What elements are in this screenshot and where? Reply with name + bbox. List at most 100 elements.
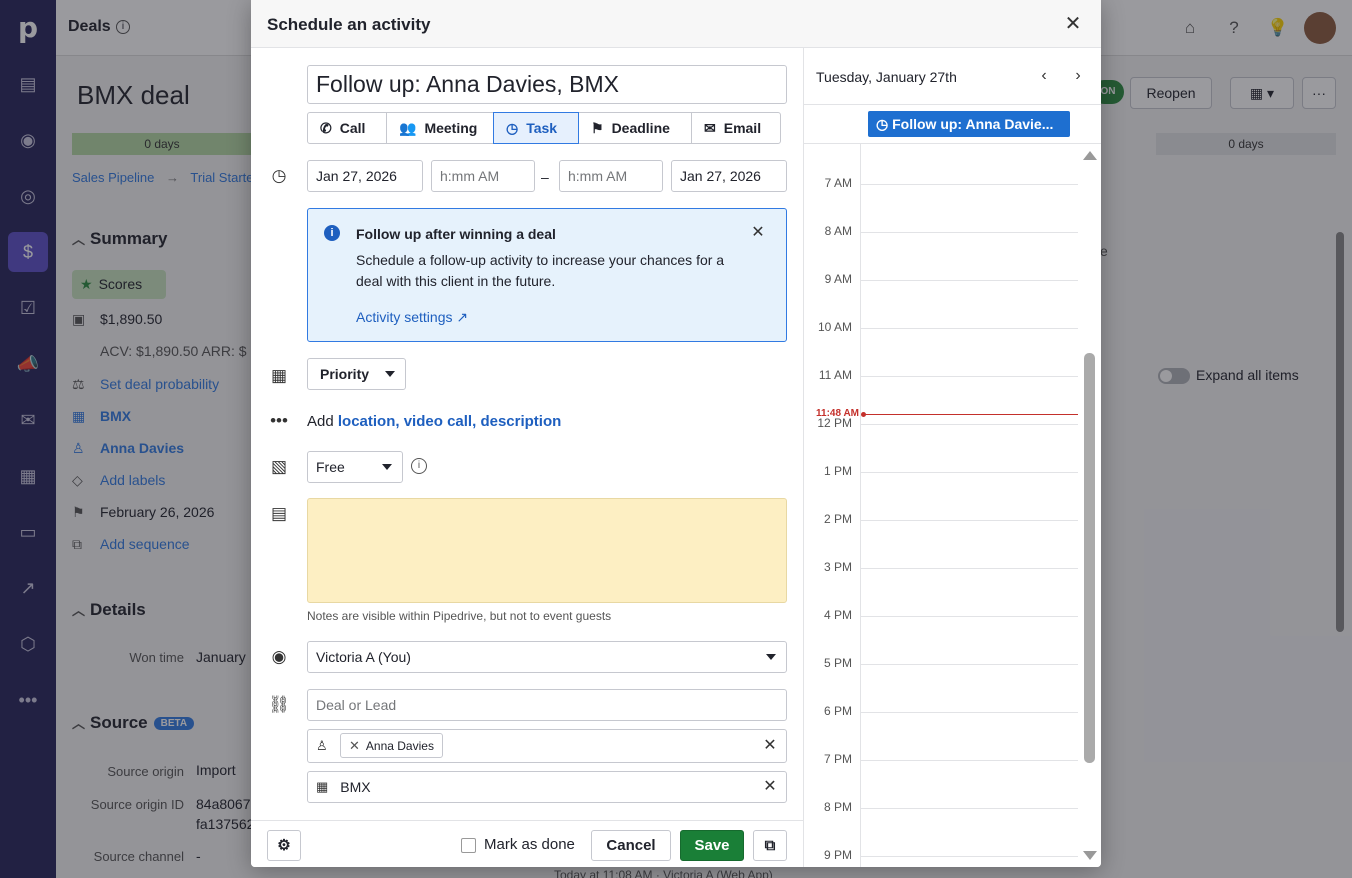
type-email-button[interactable]: ✉ Email (691, 112, 781, 144)
modal-footer: ⚙ Mark as done Cancel Save ⧉ (251, 820, 803, 867)
hour-label: 11 AM (818, 368, 852, 382)
scroll-up-arrow[interactable] (1083, 151, 1097, 160)
clock-icon: ◷ (876, 116, 893, 132)
save-button[interactable]: Save (680, 830, 744, 861)
deal-lead-input[interactable]: Deal or Lead (307, 689, 787, 721)
people-icon: 👥 (399, 119, 417, 136)
hour-label: 9 PM (823, 848, 852, 862)
add-description-link[interactable]: description (480, 413, 561, 430)
calendar-event[interactable]: ◷ Follow up: Anna Davie... (868, 111, 1070, 137)
participant-chip[interactable]: ✕ Anna Davies (340, 733, 443, 758)
chevron-left-icon[interactable]: ‹ (1034, 66, 1054, 86)
add-location-link[interactable]: location, (338, 413, 400, 430)
clock-icon: ◷ (506, 119, 519, 136)
calendar-priority-icon: ▦ (270, 366, 288, 385)
scroll-down-arrow[interactable] (1083, 851, 1097, 860)
hour-line (861, 568, 1078, 569)
settings-button[interactable]: ⚙ (267, 830, 301, 861)
type-meeting-button[interactable]: 👥 Meeting (386, 112, 494, 144)
follow-up-banner: i Follow up after winning a deal Schedul… (307, 208, 787, 342)
phone-icon: ✆ (320, 119, 332, 136)
user-circle-icon: ◉ (271, 647, 287, 666)
hour-label: 5 PM (823, 656, 852, 670)
banner-title: Follow up after winning a deal (356, 226, 556, 242)
current-time-dot (861, 412, 866, 417)
start-time-input[interactable]: h:mm AM (431, 160, 535, 192)
mark-done-label[interactable]: Mark as done (484, 836, 575, 853)
duplicate-button[interactable]: ⧉ (753, 830, 787, 861)
cancel-button[interactable]: Cancel (591, 830, 671, 861)
hour-label: 10 AM (817, 320, 852, 334)
start-date-input[interactable]: Jan 27, 2026 (307, 160, 423, 192)
clock-icon: ◷ (271, 166, 287, 185)
hour-label: 1 PM (823, 464, 852, 478)
assignee-dropdown[interactable]: Victoria A (You) (307, 641, 787, 673)
hour-line (861, 184, 1078, 185)
close-icon[interactable]: ✕ (748, 223, 768, 243)
hour-label: 3 PM (823, 560, 852, 574)
chevron-right-icon[interactable]: › (1068, 66, 1088, 86)
gear-icon: ⚙ (277, 837, 291, 854)
ellipsis-icon: ••• (270, 411, 288, 430)
hour-line (861, 280, 1078, 281)
hour-line (861, 664, 1078, 665)
link-icon: ⛓ (268, 695, 290, 714)
person-icon: ♙ (316, 738, 328, 753)
day-calendar: Tuesday, January 27th ‹ › ◷ Follow up: A… (803, 48, 1101, 867)
time-range-dash: – (541, 169, 549, 185)
hour-line (861, 808, 1078, 809)
hour-line (861, 328, 1078, 329)
banner-body: Schedule a follow-up activity to increas… (356, 252, 725, 289)
end-time-input[interactable]: h:mm AM (559, 160, 663, 192)
activity-type-selector: ✆ Call 👥 Meeting ◷ Task ⚑ Deadline ✉ Email (307, 112, 781, 144)
close-icon[interactable]: ✕ (1061, 12, 1085, 36)
caret-down-icon (766, 654, 776, 660)
hour-label: 9 AM (824, 272, 852, 286)
modal-header: Schedule an activity ✕ (251, 0, 1101, 48)
type-call-button[interactable]: ✆ Call (307, 112, 387, 144)
envelope-icon: ✉ (704, 119, 716, 136)
type-task-button[interactable]: ◷ Task (493, 112, 579, 144)
availability-dropdown[interactable]: Free (307, 451, 403, 483)
building-icon: ▦ (316, 779, 329, 794)
info-icon[interactable]: i (411, 458, 427, 474)
hour-label: 6 PM (823, 704, 852, 718)
calendar-scrollbar[interactable] (1084, 353, 1095, 763)
caret-down-icon (382, 464, 392, 470)
mark-done-checkbox[interactable] (461, 838, 476, 853)
hour-line (861, 712, 1078, 713)
hour-label: 7 PM (823, 752, 852, 766)
flag-icon: ⚑ (591, 119, 604, 136)
hour-label: 8 AM (824, 224, 852, 238)
hour-label: 2 PM (823, 512, 852, 526)
priority-dropdown[interactable]: Priority (307, 358, 406, 390)
add-details-row: Add location, video call, description (307, 413, 562, 430)
hour-line (861, 856, 1078, 857)
clear-participants-icon[interactable]: ✕ (762, 738, 778, 754)
info-icon: i (324, 225, 340, 241)
clear-organization-icon[interactable]: ✕ (762, 779, 778, 795)
note-textarea[interactable] (307, 498, 787, 603)
type-deadline-button[interactable]: ⚑ Deadline (578, 112, 692, 144)
hour-label: 8 PM (823, 800, 852, 814)
hour-line (861, 376, 1078, 377)
calendar-date: Tuesday, January 27th (816, 69, 957, 85)
current-time-line (862, 414, 1078, 415)
hour-line (861, 616, 1078, 617)
end-date-input[interactable]: Jan 27, 2026 (671, 160, 787, 192)
time-gutter (860, 144, 861, 867)
note-hint: Notes are visible within Pipedrive, but … (307, 609, 612, 623)
organization-input[interactable]: ▦ BMX (307, 771, 787, 803)
remove-icon[interactable]: ✕ (349, 738, 360, 754)
modal-title: Schedule an activity (267, 15, 431, 34)
hour-line (861, 760, 1078, 761)
hour-line (861, 520, 1078, 521)
subject-input[interactable]: Follow up: Anna Davies, BMX (307, 65, 787, 104)
note-icon: ▤ (270, 504, 288, 523)
add-video-call-link[interactable]: video call, (404, 413, 477, 430)
activity-form: Follow up: Anna Davies, BMX ✆ Call 👥 Meeti… (251, 48, 803, 820)
caret-down-icon (385, 371, 395, 377)
activity-settings-link[interactable]: Activity settings ↗ (356, 309, 468, 326)
hour-line (861, 472, 1078, 473)
copy-icon: ⧉ (764, 837, 776, 854)
